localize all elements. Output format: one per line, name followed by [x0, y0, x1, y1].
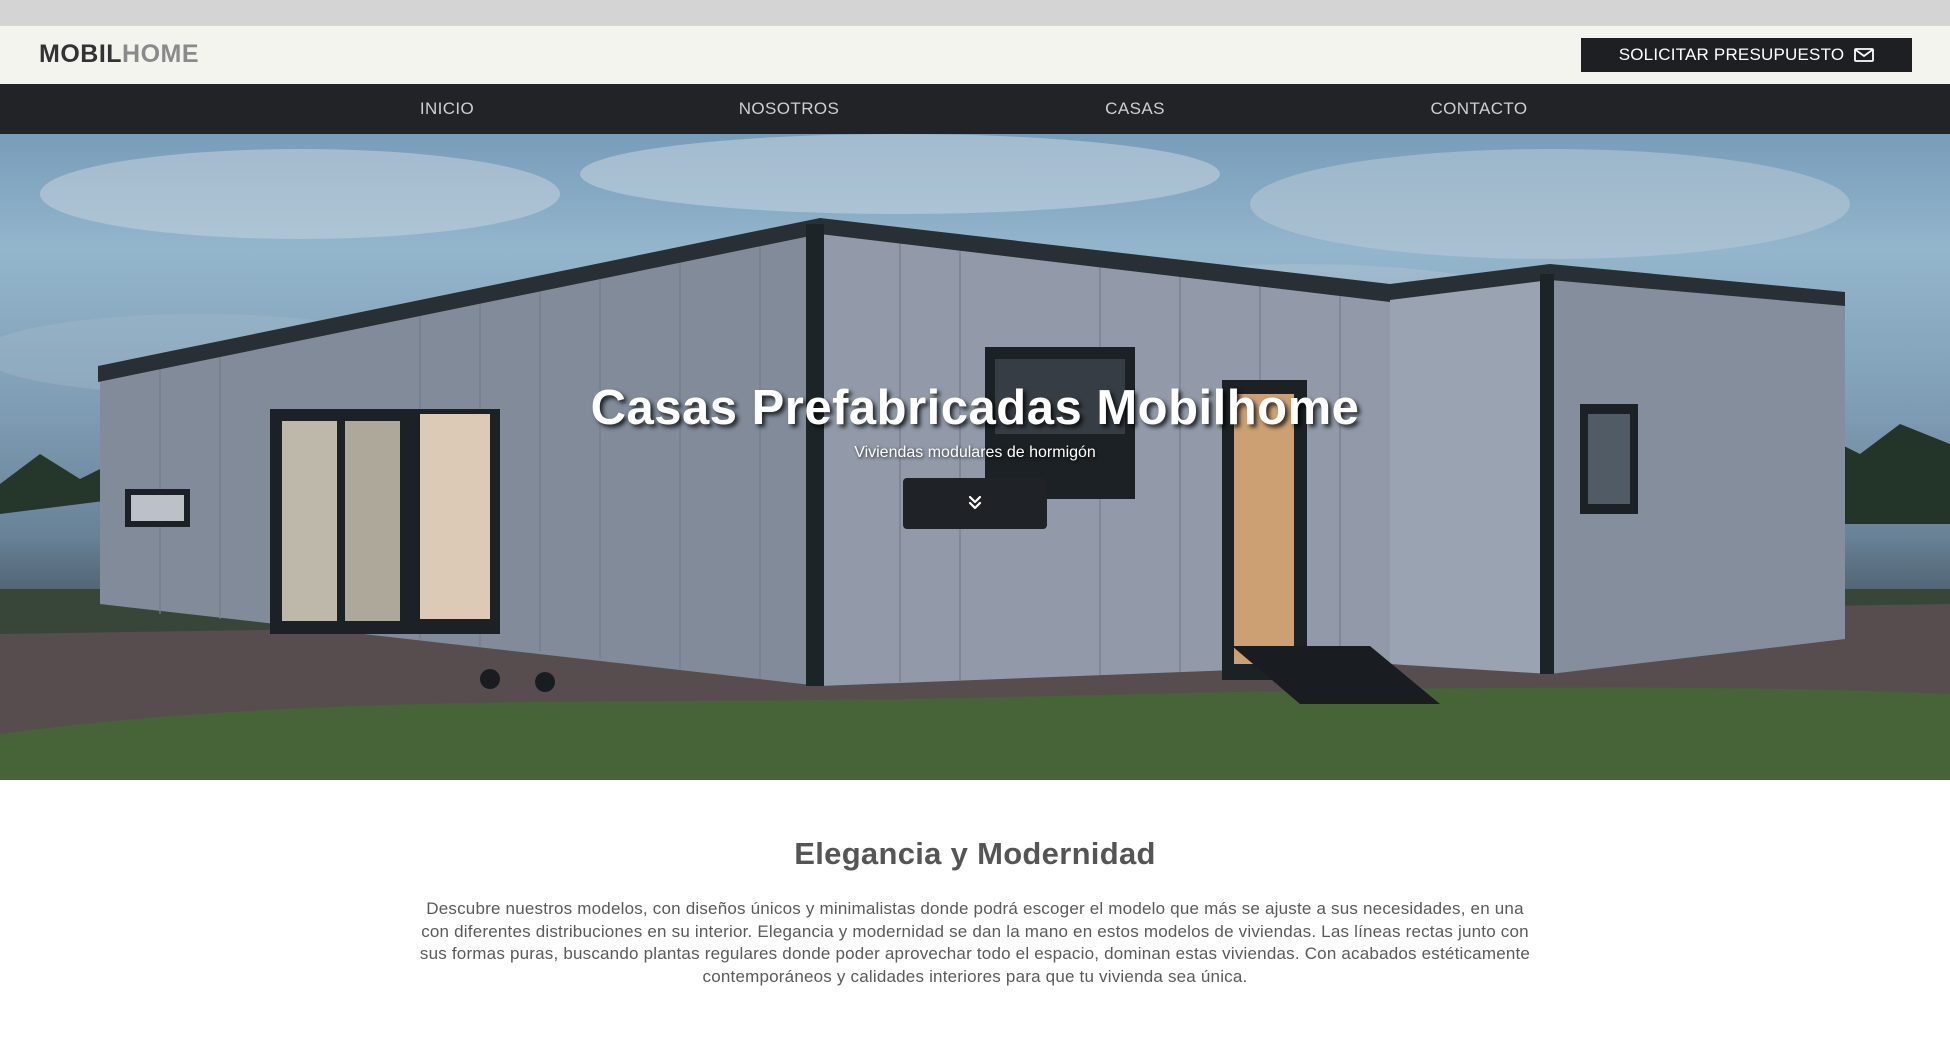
- request-quote-label: SOLICITAR PRESUPUESTO: [1618, 45, 1845, 64]
- section-title: Elegancia y Modernidad: [794, 836, 1156, 871]
- logo-text-mobil: MOBIL: [39, 40, 123, 68]
- top-header: MOBILHOME SOLICITAR PRESUPUESTO: [0, 26, 1950, 84]
- request-quote-button[interactable]: SOLICITAR PRESUPUESTO: [1581, 38, 1912, 72]
- site-logo[interactable]: MOBILHOME: [39, 42, 199, 67]
- nav-item-contacto[interactable]: CONTACTO: [1430, 84, 1527, 134]
- main-navigation: INICIO NOSOTROS CASAS CONTACTO: [0, 84, 1950, 134]
- hero-title: Casas Prefabricadas Mobilhome: [590, 381, 1360, 435]
- logo-text-home: HOME: [122, 40, 200, 68]
- hero-subtitle: Viviendas modulares de hormigón: [854, 444, 1096, 461]
- section-description: Descubre nuestros modelos, con diseños ú…: [419, 899, 1531, 986]
- envelope-icon: [1854, 48, 1875, 62]
- nav-item-casas[interactable]: CASAS: [1105, 84, 1165, 134]
- browser-top-strip: [0, 0, 1950, 26]
- hero-banner: Casas Prefabricadas Mobilhome Viviendas …: [0, 134, 1950, 780]
- nav-item-inicio[interactable]: INICIO: [420, 84, 474, 134]
- double-chevron-down-icon: [967, 494, 983, 513]
- scroll-down-button[interactable]: [903, 478, 1047, 529]
- nav-item-nosotros[interactable]: NOSOTROS: [739, 84, 840, 134]
